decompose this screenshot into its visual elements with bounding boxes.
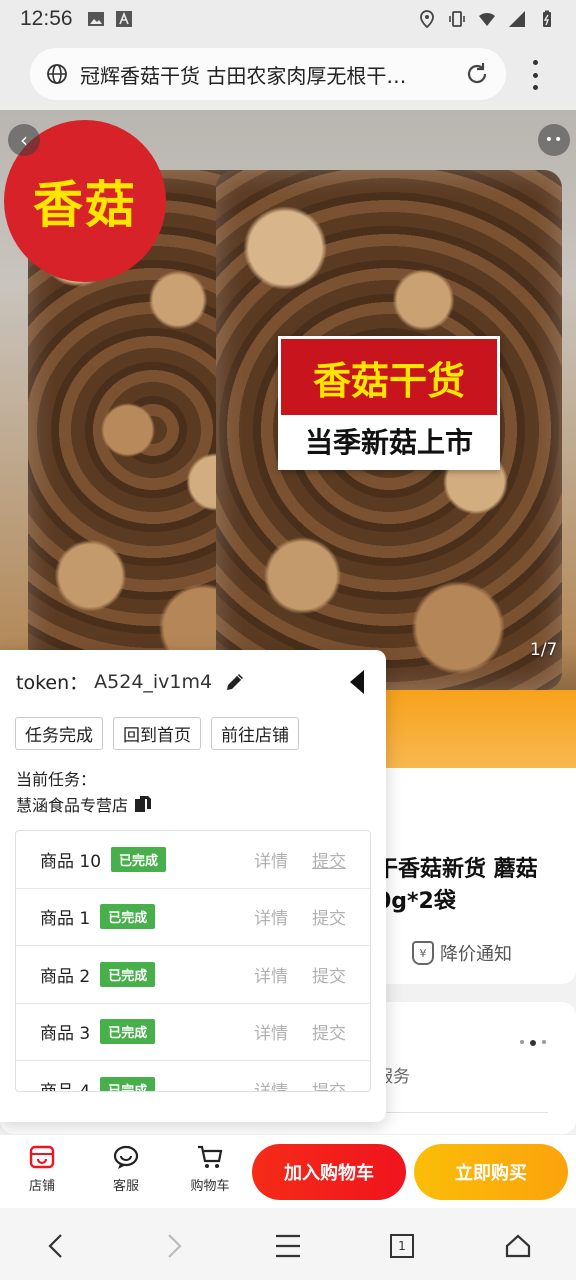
status-badge: 已完成 <box>100 961 156 987</box>
system-status-icons <box>418 10 556 28</box>
browser-back-button[interactable] <box>38 1228 74 1264</box>
status-badge: 已完成 <box>100 904 156 930</box>
task-item: 商品 10 已完成 详情 提交 <box>16 831 370 889</box>
chevron-right-icon <box>168 1234 182 1258</box>
task-action-buttons: 任务完成 回到首页 前往店铺 <box>15 717 299 750</box>
location-icon <box>420 10 434 28</box>
submit-link[interactable]: 提交 <box>312 847 346 872</box>
browser-menu-button[interactable] <box>270 1228 306 1264</box>
promo-label: 香菇干货 当季新菇上市 <box>278 336 500 470</box>
home-button[interactable] <box>500 1228 536 1264</box>
cart-icon <box>198 1145 223 1168</box>
task-item: 商品 1 已完成 详情 提交 <box>16 889 370 946</box>
hamburger-icon <box>276 1234 300 1258</box>
promo-top-text: 香菇干货 <box>281 339 497 415</box>
task-item-name: 商品 3 <box>40 1024 91 1045</box>
back-icon[interactable]: ‹ <box>8 124 40 156</box>
detail-link[interactable]: 详情 <box>254 847 288 872</box>
current-task: 慧涵食品专营店 <box>16 792 152 816</box>
detail-link[interactable]: 详情 <box>254 962 288 987</box>
price-bell-icon: ¥ <box>412 941 434 965</box>
image-icon <box>87 12 104 26</box>
detail-link[interactable]: 详情 <box>254 904 288 929</box>
token-row: token： A524_iv1m4 <box>16 668 246 695</box>
detail-link[interactable]: 详情 <box>254 1077 288 1091</box>
divider <box>386 1112 548 1113</box>
edit-pencil-icon[interactable] <box>224 671 246 693</box>
customer-service-label: 客服 <box>112 1179 139 1194</box>
reload-icon[interactable] <box>464 61 490 87</box>
collapse-panel-icon[interactable] <box>348 668 368 696</box>
detail-link[interactable]: 详情 <box>254 1019 288 1044</box>
product-title-line1: 干香菇新货 蘑菇 <box>376 857 538 882</box>
status-badge: 已完成 <box>100 1077 156 1091</box>
a-text-icon <box>115 11 132 27</box>
token-value: A524_iv1m4 <box>94 670 213 693</box>
more-dots-icon[interactable]: •• <box>538 124 570 156</box>
browser-toolbar: 冠辉香菇干货 古田农家肉厚无根干… <box>0 38 576 110</box>
cart-tab[interactable]: 购物车 <box>180 1143 240 1194</box>
chat-icon <box>113 1145 139 1169</box>
submit-link[interactable]: 提交 <box>312 1077 346 1091</box>
price-notify-button[interactable]: ¥ 降价通知 <box>412 940 512 966</box>
battery-icon <box>543 10 551 27</box>
app-screen: 12:56 冠辉香菇干货 古田农家肉厚无根干… 香菇干货 当季新菇上市 香菇 ‹… <box>0 0 576 1280</box>
tabs-button[interactable]: 1 <box>384 1228 420 1264</box>
url-title: 冠辉香菇干货 古田农家肉厚无根干… <box>80 63 407 88</box>
submit-link[interactable]: 提交 <box>312 962 346 987</box>
product-title-line2: 0g*2袋 <box>376 889 456 914</box>
go-store-button[interactable]: 前往店铺 <box>211 717 299 750</box>
home-icon <box>505 1234 531 1258</box>
notification-icons <box>87 10 133 28</box>
shop-icon <box>29 1145 55 1169</box>
back-home-button[interactable]: 回到首页 <box>113 717 201 750</box>
task-item: 商品 2 已完成 详情 提交 <box>16 946 370 1004</box>
task-complete-button[interactable]: 任务完成 <box>15 717 103 750</box>
status-bar: 12:56 <box>0 0 576 38</box>
task-item-name: 商品 10 <box>40 851 102 872</box>
task-item-name: 商品 1 <box>40 909 91 930</box>
cart-label: 购物车 <box>190 1179 230 1194</box>
wifi-icon <box>479 12 495 26</box>
bottom-action-bar: 店铺 客服 购物车 加入购物车 立即购买 <box>0 1134 576 1208</box>
vibrate-icon <box>449 11 465 27</box>
task-item: 商品 4 已完成 详情 提交 <box>16 1061 370 1091</box>
status-badge: 已完成 <box>100 1019 156 1045</box>
customer-service-tab[interactable]: 客服 <box>96 1143 156 1194</box>
submit-link[interactable]: 提交 <box>312 1019 346 1044</box>
task-item: 商品 3 已完成 详情 提交 <box>16 1004 370 1061</box>
status-time: 12:56 <box>20 7 73 30</box>
more-menu-icon[interactable] <box>528 60 542 90</box>
browser-forward-button[interactable] <box>156 1228 192 1264</box>
system-nav-bar: 1 <box>0 1208 576 1280</box>
signal-icon <box>509 11 525 27</box>
task-item-name: 商品 2 <box>40 966 91 987</box>
submit-link[interactable]: 提交 <box>312 904 346 929</box>
chevron-left-icon <box>48 1234 62 1258</box>
price-notify-label: 降价通知 <box>440 944 512 965</box>
task-item-name: 商品 4 <box>40 1077 90 1091</box>
task-panel: token： A524_iv1m4 任务完成 回到首页 前往店铺 当前任务： 慧… <box>0 650 386 1122</box>
ellipsis-icon[interactable] <box>520 1040 546 1046</box>
tab-count: 1 <box>398 1239 406 1253</box>
task-list: 商品 10 已完成 详情 提交 商品 1 已完成 详情 提交 商品 2 已完成 … <box>15 830 371 1092</box>
current-task-label: 当前任务： <box>16 770 97 789</box>
badge-text: 香菇 <box>33 176 137 234</box>
copy-icon[interactable] <box>134 795 152 813</box>
globe-icon <box>47 64 67 84</box>
promo-bottom-text: 当季新菇上市 <box>304 426 473 459</box>
shop-tab[interactable]: 店铺 <box>12 1143 72 1194</box>
current-task-name: 慧涵食品专营店 <box>16 796 129 815</box>
token-label: token： <box>16 672 89 694</box>
image-counter: 1/7 <box>530 640 558 660</box>
add-to-cart-button[interactable]: 加入购物车 <box>252 1144 406 1200</box>
buy-now-button[interactable]: 立即购买 <box>414 1144 568 1200</box>
address-bar[interactable]: 冠辉香菇干货 古田农家肉厚无根干… <box>30 48 506 100</box>
product-title: 干香菇新货 蘑菇 0g*2袋 <box>376 854 538 918</box>
status-badge: 已完成 <box>111 846 167 872</box>
shop-label: 店铺 <box>28 1179 55 1194</box>
